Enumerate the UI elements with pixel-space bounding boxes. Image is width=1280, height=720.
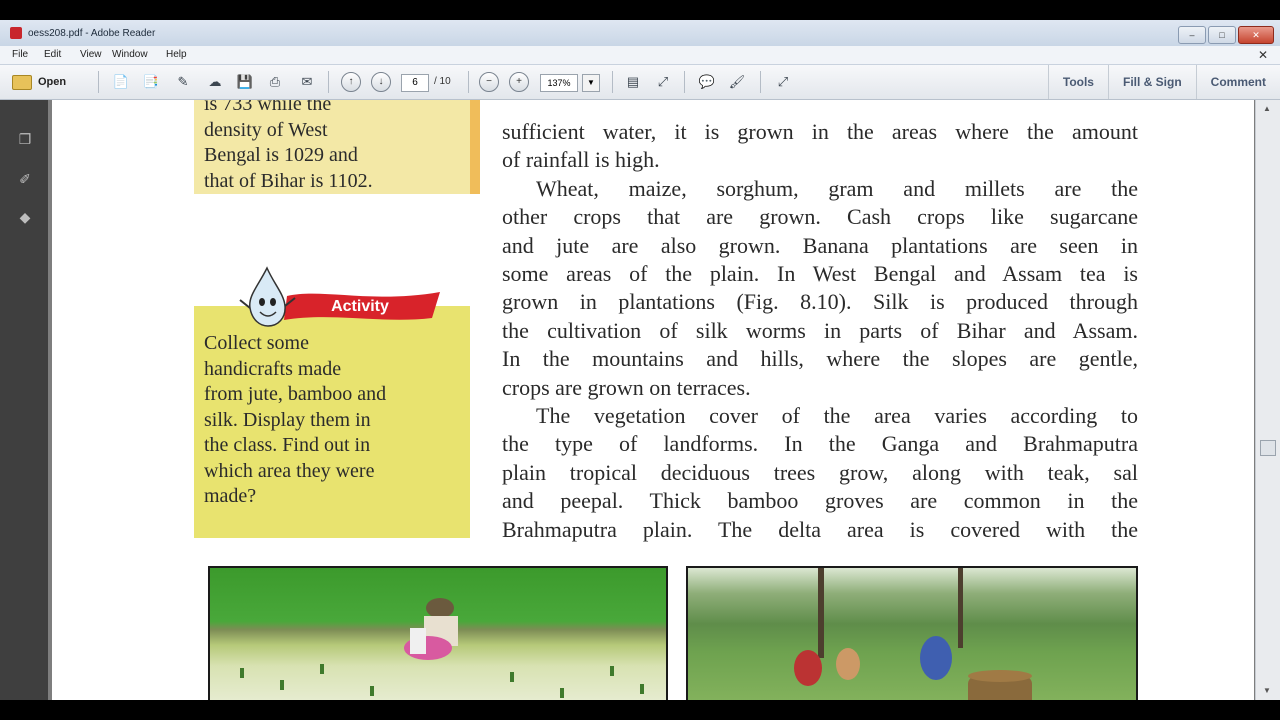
open-button[interactable]: Open xyxy=(12,71,66,93)
toolbar-separator xyxy=(98,71,99,93)
body-line: plain tropical deciduous trees grow, alo… xyxy=(502,459,1138,485)
box-line: density of West xyxy=(204,118,328,141)
menu-edit[interactable]: Edit xyxy=(44,49,61,60)
create-pdf-icon[interactable]: 📄 xyxy=(110,72,132,92)
open-label: Open xyxy=(38,76,67,88)
title-bar: oess208.pdf - Adobe Reader – □ ✕ xyxy=(0,20,1280,46)
activity-line: silk. Display them in xyxy=(204,408,371,431)
activity-label: Activity xyxy=(331,298,389,315)
toolbar-separator xyxy=(760,71,761,93)
navigation-pane: ❐ ✐ ◆ xyxy=(0,100,48,700)
scroll-up-icon[interactable]: ▲ xyxy=(1262,104,1272,114)
body-line: crops are grown on terraces. xyxy=(502,374,751,400)
page-thumbnails-icon[interactable]: ❐ xyxy=(16,130,34,148)
box-line: is 733 while the xyxy=(204,100,332,115)
activity-line: the class. Find out in xyxy=(204,434,371,456)
menu-bar: File Edit View Window Help ✕ xyxy=(0,46,1280,65)
close-window-button[interactable]: ✕ xyxy=(1238,26,1274,44)
toolbar: Open 📄 📑 ✎ ☁ 💾 ⎙ ✉ ↑ ↓ 6 / 10 − + 137% ▼… xyxy=(0,65,1280,100)
activity-line: Collect some xyxy=(204,332,309,354)
page-total: / 10 xyxy=(434,76,451,87)
toolbar-separator xyxy=(328,71,329,93)
box-line: Bengal is 1029 and xyxy=(204,144,358,166)
activity-text: Collect some handicrafts made from jute,… xyxy=(204,331,386,510)
layers-icon[interactable]: ◆ xyxy=(16,208,34,226)
save-icon[interactable]: 💾 xyxy=(234,72,256,92)
print-icon[interactable]: ⎙ xyxy=(264,72,286,92)
box-line: that of Bihar is 1102. xyxy=(204,169,373,192)
body-line: The vegetation cover of the area varies … xyxy=(536,403,1138,429)
toolbar-separator xyxy=(612,71,613,93)
zoom-out-icon[interactable]: − xyxy=(478,72,500,92)
menu-window[interactable]: Window xyxy=(112,49,148,60)
body-line: sufficient water, it is grown in the are… xyxy=(502,119,1138,144)
body-line: some areas of the plain. In West Bengal … xyxy=(502,261,1138,287)
body-line: the type of landforms. In the Ganga and … xyxy=(502,431,1138,457)
menu-view[interactable]: View xyxy=(80,49,102,60)
email-icon[interactable]: ✉ xyxy=(296,72,318,92)
tea-plantation-illustration xyxy=(794,568,1032,700)
cloud-upload-icon[interactable]: ☁ xyxy=(204,72,226,92)
pdf-page: is 733 while the density of West Bengal … xyxy=(52,100,1254,700)
folder-icon xyxy=(12,74,32,90)
fill-sign-pane-button[interactable]: Fill & Sign xyxy=(1107,65,1196,99)
previous-page-icon[interactable]: ↑ xyxy=(340,72,362,92)
menu-help[interactable]: Help xyxy=(166,49,187,60)
body-line: grown in plantations (Fig. 8.10). Silk i… xyxy=(502,289,1138,315)
activity-line: made? xyxy=(204,485,257,507)
toolbar-separator xyxy=(684,71,685,93)
reader-window: oess208.pdf - Adobe Reader – □ ✕ File Ed… xyxy=(0,20,1280,700)
pdf-app-icon xyxy=(10,27,22,39)
scroll-down-icon[interactable]: ▼ xyxy=(1262,686,1272,696)
fit-width-icon[interactable]: ⤢ xyxy=(652,72,674,92)
body-line: In the mountains and hills, where the sl… xyxy=(502,346,1138,372)
full-screen-icon[interactable]: ⤢ xyxy=(772,72,794,92)
vertical-scrollbar[interactable]: ▲ ▼ xyxy=(1255,100,1280,700)
highlight-icon[interactable]: 🖌 xyxy=(726,72,748,92)
page-number-input[interactable]: 6 xyxy=(401,74,429,92)
rice-field-photo xyxy=(208,566,668,700)
close-document-icon[interactable]: ✕ xyxy=(1258,48,1268,62)
maximize-button[interactable]: □ xyxy=(1208,26,1236,44)
activity-line: which area they were xyxy=(204,459,375,482)
tea-plantation-photo xyxy=(686,566,1138,700)
scroll-thumb[interactable] xyxy=(1260,440,1276,456)
activity-banner: Activity xyxy=(284,292,440,320)
body-line: Wheat, maize, sorghum, gram and millets … xyxy=(536,175,1138,201)
activity-line: handicrafts made xyxy=(204,357,342,380)
document-area[interactable]: is 733 while the density of West Bengal … xyxy=(48,100,1256,700)
minimize-button[interactable]: – xyxy=(1178,26,1206,44)
body-line: the cultivation of silk worms in parts o… xyxy=(502,317,1138,343)
comment-pane-button[interactable]: Comment xyxy=(1195,65,1280,99)
water-drop-mascot-icon xyxy=(239,266,296,327)
convert-icon[interactable]: 📑 xyxy=(140,72,162,92)
zoom-in-icon[interactable]: + xyxy=(508,72,530,92)
edit-pdf-icon[interactable]: ✎ xyxy=(172,72,194,92)
tools-pane-button[interactable]: Tools xyxy=(1047,65,1108,99)
body-line: and peepal. Thick bamboo groves are comm… xyxy=(502,488,1138,514)
window-title: oess208.pdf - Adobe Reader xyxy=(28,28,156,39)
body-text: sufficient water, it is grown in the are… xyxy=(502,118,1142,544)
body-line: of rainfall is high. xyxy=(502,147,660,173)
rice-field-illustration xyxy=(240,598,644,698)
next-page-icon[interactable]: ↓ xyxy=(370,72,392,92)
activity-line: from jute, bamboo and xyxy=(204,383,387,405)
menu-file[interactable]: File xyxy=(12,49,28,60)
attachments-icon[interactable]: ✐ xyxy=(16,170,34,188)
fit-page-icon[interactable]: ▤ xyxy=(622,72,644,92)
info-box-text: is 733 while the density of West Bengal … xyxy=(204,100,373,194)
body-line: other crops that are grown. Cash crops l… xyxy=(502,204,1138,230)
body-line: Brahmaputra plain. The delta area is cov… xyxy=(502,516,1138,542)
body-line: and jute are also grown. Banana plantati… xyxy=(502,232,1138,258)
comment-icon[interactable]: 💬 xyxy=(696,72,718,92)
zoom-dropdown-icon[interactable]: ▼ xyxy=(582,74,600,92)
toolbar-separator xyxy=(468,71,469,93)
zoom-input[interactable]: 137% xyxy=(540,74,578,92)
